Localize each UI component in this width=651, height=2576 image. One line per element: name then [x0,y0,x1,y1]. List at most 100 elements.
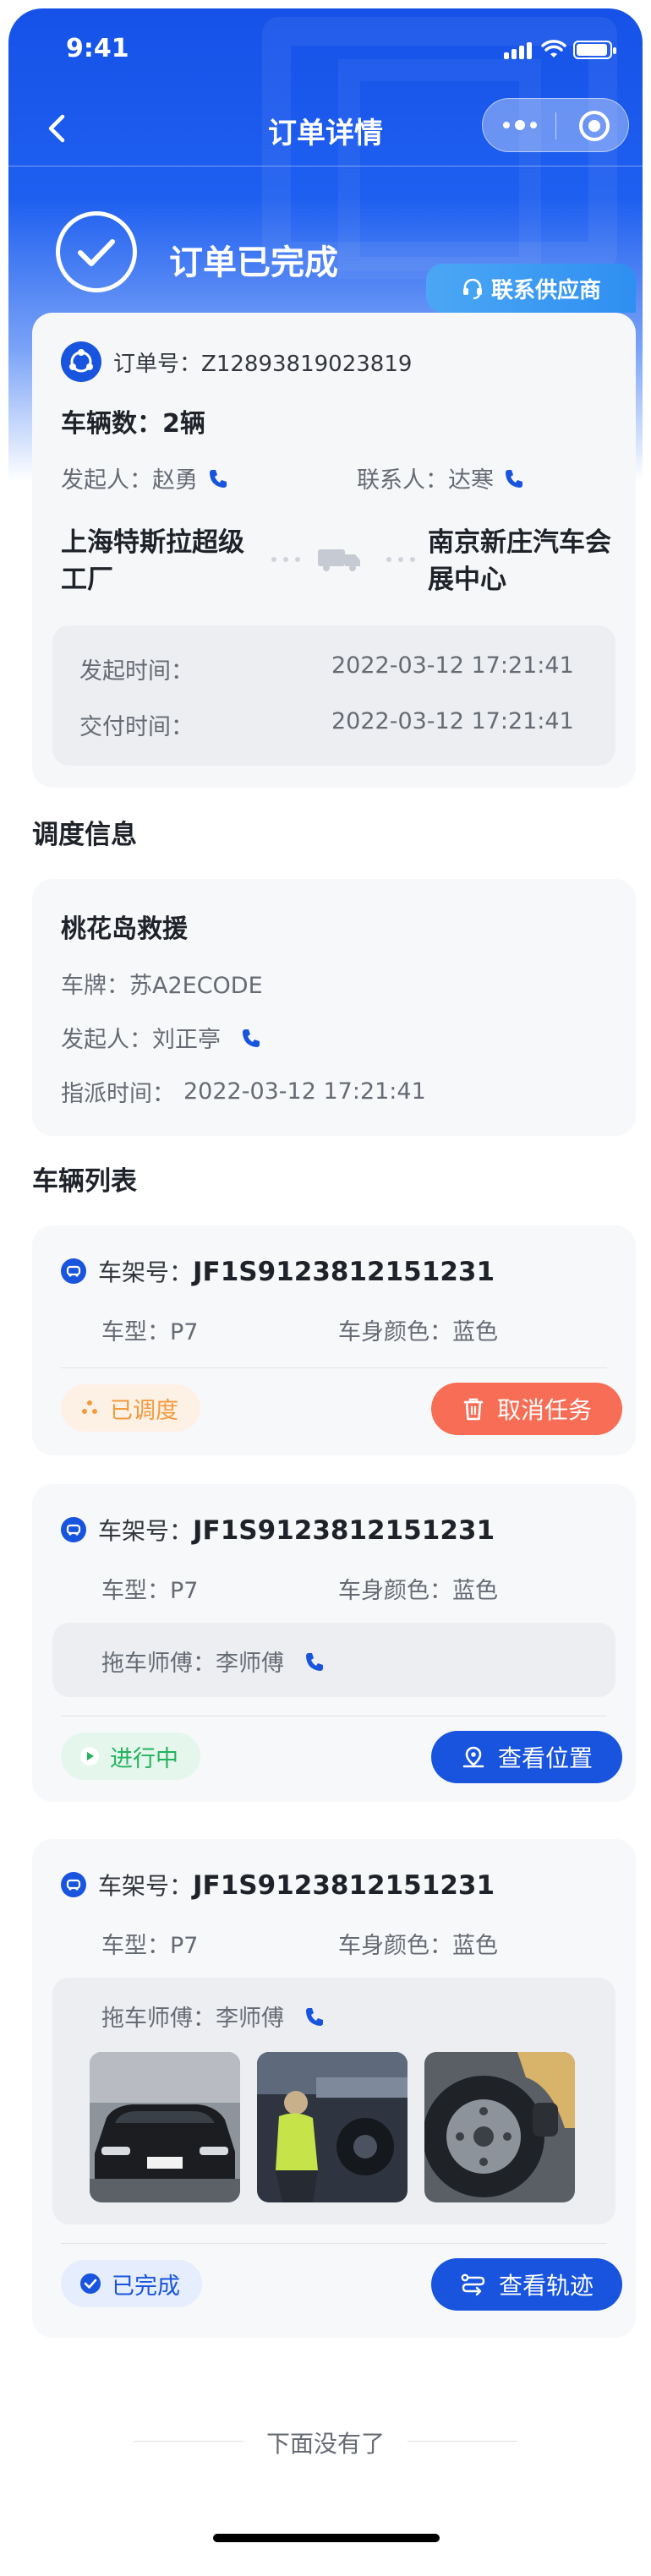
order-status-text: 订单已完成 [169,243,338,282]
vin-label: 车架号： [98,1872,194,1900]
model-value: P7 [170,1319,199,1345]
dispatch-section-title: 调度信息 [32,820,137,850]
driver-row: 拖车师傅：李师傅 [101,1645,326,1678]
vehicle-photo-tire[interactable] [424,2052,575,2202]
vehicle-card: 车架号：JF1S9123812151231 车型：P7 车身颜色：蓝色 拖车师傅… [32,1839,636,2338]
route-track-icon [461,2273,485,2296]
start-time-value: 2022-03-12 17:21:41 [331,652,574,679]
color-value: 蓝色 [452,1933,498,1959]
cellular-signal-icon [504,42,534,59]
app-screen: 9:41 订单详情 订单已完成 联系供应商 订单号：Z1289381902381… [8,8,643,2568]
view-track-label: 查看轨迹 [498,2272,594,2300]
delivery-time-value: 2022-03-12 17:21:41 [331,708,574,734]
delivery-time-row: 交付时间： 2022-03-12 17:21:41 [79,708,595,741]
close-mini-program-icon[interactable] [579,111,610,141]
contact-supplier-label: 联系供应商 [490,277,601,303]
color-row: 车身颜色：蓝色 [338,1572,498,1605]
driver-row: 拖车师傅：李师傅 [101,2000,326,2033]
vin-row: 车架号：JF1S9123812151231 [61,1868,495,1902]
status-bar: 9:41 [8,8,643,83]
contact-name: 达寒 [448,467,494,494]
color-value: 蓝色 [452,1319,498,1345]
model-label: 车型： [101,1933,170,1959]
home-indicator[interactable] [213,2534,440,2542]
order-route-icon [61,341,101,382]
phone-icon[interactable] [239,1026,263,1050]
model-label: 车型： [101,1319,170,1345]
order-info-card: 订单号：Z12893819023819 车辆数：2辆 发起人：赵勇 联系人：达寒… [32,313,636,788]
plate-row: 车牌：苏A2ECODE [61,967,263,1000]
status-label: 已调度 [110,1397,178,1424]
color-value: 蓝色 [452,1578,498,1604]
route-origin: 上海特斯拉超级工厂 [61,527,244,595]
car-icon [61,1872,86,1897]
delivery-time-label: 交付时间： [79,714,194,740]
dispatch-status-icon [82,1400,97,1414]
vehicle-card: 车架号：JF1S9123812151231 车型：P7 车身颜色：蓝色 已调度 … [32,1225,636,1455]
order-number: Z12893819023819 [201,351,413,377]
contact-row: 联系人：达寒 [357,461,526,494]
driver-name: 李师傅 [216,2006,284,2032]
plate-label: 车牌： [61,973,129,999]
headset-icon [462,278,482,300]
model-label: 车型： [101,1578,170,1604]
route-connector [267,541,419,575]
location-pin-icon [462,1746,484,1768]
status-badge-in-progress: 进行中 [61,1733,200,1780]
car-icon [61,1517,86,1542]
view-track-button[interactable]: 查看轨迹 [431,2258,622,2311]
status-label: 进行中 [110,1745,178,1772]
play-icon [80,1747,99,1766]
dispatch-company-name: 桃花岛救援 [61,914,188,944]
card-divider [61,1367,607,1368]
driver-box: 拖车师傅：李师傅 [52,1623,615,1697]
color-label: 车身颜色： [338,1933,452,1959]
vin-label: 车架号： [98,1517,194,1545]
vehicle-section-title: 车辆列表 [32,1166,137,1197]
phone-icon[interactable] [303,2005,326,2028]
cancel-task-button[interactable]: 取消任务 [431,1383,622,1435]
vehicle-card: 车架号：JF1S9123812151231 车型：P7 车身颜色：蓝色 拖车师傅… [32,1484,636,1802]
vin-value: JF1S9123812151231 [193,1870,495,1901]
trash-icon [463,1398,484,1421]
vehicle-photo-worker[interactable] [257,2052,408,2202]
route-destination: 南京新庄汽车会展中心 [428,527,611,595]
check-circle-icon [56,211,137,292]
vin-row: 车架号：JF1S9123812151231 [61,1513,495,1547]
dispatch-info-card: 桃花岛救援 车牌：苏A2ECODE 发起人：刘正亭 指派时间： 2022-03-… [32,879,636,1136]
driver-box: 拖车师傅：李师傅 [52,1978,615,2224]
model-row: 车型：P7 [101,1572,198,1605]
color-row: 车身颜色：蓝色 [338,1927,498,1960]
header-watermark-inner [338,59,541,279]
wifi-icon [541,40,566,57]
footer-divider-right [408,2441,517,2442]
vin-value: JF1S9123812151231 [193,1257,495,1287]
dispatch-initiator-name: 刘正亭 [152,1027,221,1053]
vin-value: JF1S9123812151231 [193,1515,495,1546]
contact-label: 联系人： [357,467,448,494]
order-number-label: 订单号： [113,351,202,377]
dispatch-initiator-row: 发起人：刘正亭 [61,1021,263,1054]
vin-row: 车架号：JF1S9123812151231 [61,1254,495,1288]
initiator-row: 发起人：赵勇 [61,461,230,494]
vin-label: 车架号： [98,1258,194,1286]
view-location-button[interactable]: 查看位置 [431,1731,622,1783]
more-icon[interactable] [500,111,542,141]
plate-value: 苏A2ECODE [129,973,263,999]
model-value: P7 [170,1578,199,1604]
assign-time-label: 指派时间： [61,1081,175,1107]
view-location-label: 查看位置 [497,1744,593,1772]
phone-icon[interactable] [206,467,230,490]
navigation-bar: 订单详情 [8,93,643,166]
vehicle-photo-car[interactable] [90,2052,240,2202]
phone-icon[interactable] [303,1650,326,1673]
contact-supplier-button[interactable]: 联系供应商 [426,264,636,313]
driver-label: 拖车师傅： [101,2006,216,2032]
order-time-box: 发起时间： 2022-03-12 17:21:41 交付时间： 2022-03-… [52,625,615,766]
start-time-row: 发起时间： 2022-03-12 17:21:41 [79,652,595,685]
driver-name: 李师傅 [216,1651,284,1677]
check-icon [80,2273,101,2294]
cancel-task-label: 取消任务 [496,1396,592,1424]
car-icon [61,1258,86,1284]
phone-icon[interactable] [502,467,526,490]
